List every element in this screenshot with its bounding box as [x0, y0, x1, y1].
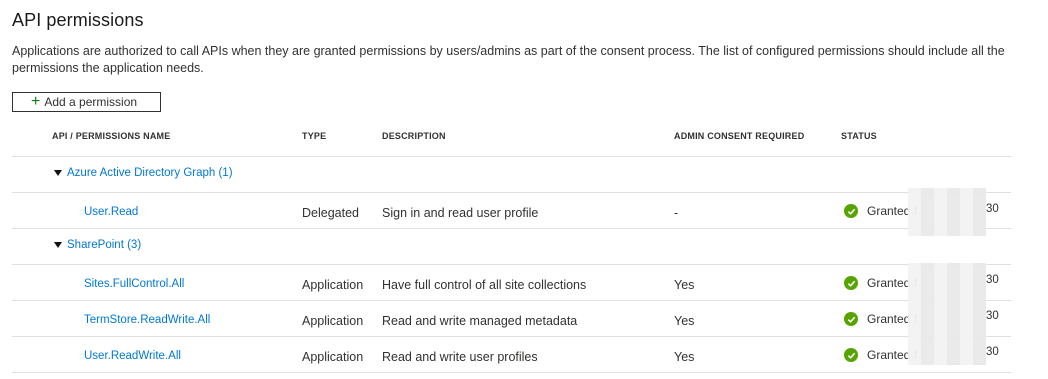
group-row-sharepoint[interactable]: SharePoint (3): [12, 229, 1011, 265]
table-row: Sites.FullControl.All Application Have f…: [12, 265, 1011, 301]
status-cell: Granted f: [844, 312, 917, 326]
col-header-status: STATUS: [841, 131, 877, 141]
api-permissions-page: API permissions Applications are authori…: [0, 0, 1048, 379]
permission-type: Delegated: [302, 206, 359, 220]
group-link-sharepoint[interactable]: SharePoint (3): [67, 239, 141, 251]
admin-consent-value: Yes: [674, 314, 695, 328]
admin-consent-value: Yes: [674, 350, 695, 364]
admin-consent-value: -: [674, 206, 679, 220]
plus-icon: +: [31, 93, 41, 110]
status-tail-text: 30: [986, 203, 999, 215]
status-cell: Granted f: [844, 348, 917, 362]
permission-link[interactable]: User.ReadWrite.All: [84, 350, 181, 362]
col-header-type: TYPE: [302, 131, 327, 141]
table-row: User.ReadWrite.All Application Read and …: [12, 337, 1011, 373]
permissions-table: API / PERMISSIONS NAME TYPE DESCRIPTION …: [12, 120, 1011, 373]
col-header-name: API / PERMISSIONS NAME: [52, 131, 171, 141]
add-permission-button[interactable]: + Add a permission: [12, 92, 161, 112]
col-header-description: DESCRIPTION: [382, 131, 446, 141]
page-description: Applications are authorized to call APIs…: [12, 44, 1005, 75]
admin-consent-value: Yes: [674, 278, 695, 292]
permission-type: Application: [302, 314, 364, 328]
check-circle-icon: [844, 312, 858, 326]
group-link-azure-ad-graph[interactable]: Azure Active Directory Graph (1): [67, 167, 233, 179]
status-tail-text: 30: [986, 310, 999, 322]
group-row-azure-ad-graph[interactable]: Azure Active Directory Graph (1): [12, 157, 1011, 193]
status-cell: Granted f: [844, 276, 917, 290]
caret-down-icon: [54, 242, 62, 248]
permission-link[interactable]: Sites.FullControl.All: [84, 278, 184, 290]
permission-description: Sign in and read user profile: [382, 206, 539, 220]
permission-description: Read and write user profiles: [382, 350, 538, 364]
permission-link[interactable]: User.Read: [84, 206, 138, 218]
col-header-admin-consent: ADMIN CONSENT REQUIRED: [674, 131, 805, 141]
permission-link[interactable]: TermStore.ReadWrite.All: [84, 314, 210, 326]
table-header: API / PERMISSIONS NAME TYPE DESCRIPTION …: [12, 120, 1011, 157]
status-tail-text: 30: [986, 346, 999, 358]
permission-type: Application: [302, 350, 364, 364]
redaction-overlay: [908, 188, 986, 236]
check-circle-icon: [844, 276, 858, 290]
table-row: User.Read Delegated Sign in and read use…: [12, 193, 1011, 229]
permission-description: Have full control of all site collection…: [382, 278, 587, 292]
status-tail-text: 30: [986, 274, 999, 286]
check-circle-icon: [844, 348, 858, 362]
page-title: API permissions: [12, 10, 144, 30]
group-toggle[interactable]: Azure Active Directory Graph (1): [54, 167, 233, 179]
add-permission-label: Add a permission: [44, 95, 138, 109]
permission-type: Application: [302, 278, 364, 292]
redaction-overlay: [908, 263, 986, 365]
caret-down-icon: [54, 170, 62, 176]
permission-description: Read and write managed metadata: [382, 314, 578, 328]
group-toggle[interactable]: SharePoint (3): [54, 239, 141, 251]
table-row: TermStore.ReadWrite.All Application Read…: [12, 301, 1011, 337]
check-circle-icon: [844, 204, 858, 218]
status-cell: Granted f: [844, 204, 917, 218]
